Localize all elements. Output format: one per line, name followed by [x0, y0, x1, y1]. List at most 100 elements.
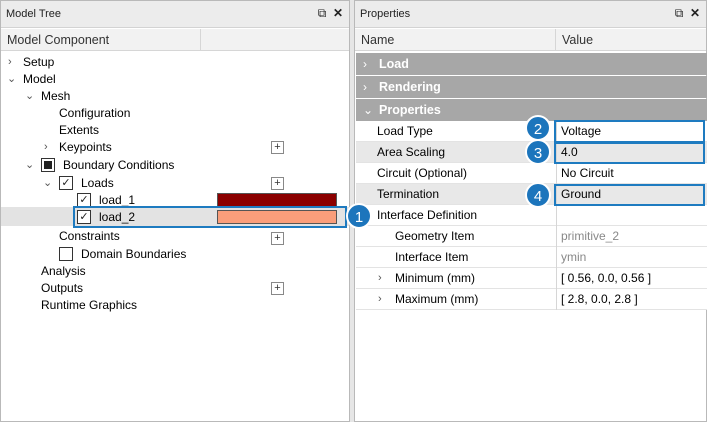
- minimum-value[interactable]: [ 0.56, 0.0, 0.56 ]: [559, 268, 651, 288]
- add-constraint-button[interactable]: +: [271, 232, 284, 245]
- section-rendering[interactable]: › Rendering: [356, 76, 707, 98]
- load-1-color-swatch[interactable]: [217, 193, 337, 207]
- callout-badge-3: 3: [525, 139, 551, 165]
- model-tree-header: Model Component: [1, 29, 349, 51]
- chevron-down-icon[interactable]: ⌄: [43, 175, 52, 192]
- tree-item-runtime-graphics[interactable]: Runtime Graphics: [1, 297, 349, 314]
- geometry-item-value: primitive_2: [561, 229, 620, 243]
- model-component-column-header[interactable]: Model Component: [1, 29, 201, 51]
- tree-item-label: Domain Boundaries: [81, 247, 187, 261]
- prop-name: Area Scaling: [377, 145, 446, 159]
- prop-name: Circuit (Optional): [377, 166, 468, 180]
- prop-row-minimum[interactable]: › Minimum (mm) [ 0.56, 0.0, 0.56 ]: [356, 268, 707, 289]
- float-pin-icon[interactable]: ⧉: [672, 6, 686, 21]
- section-label: Load: [379, 57, 409, 71]
- model-tree-title: Model Tree: [6, 8, 62, 20]
- maximum-value[interactable]: [ 2.8, 0.0, 2.8 ]: [559, 289, 638, 309]
- callout-4-highlight: [554, 184, 705, 206]
- tree-item-label: Boundary Conditions: [63, 158, 175, 172]
- chevron-right-icon: ›: [363, 80, 367, 94]
- prop-row-maximum[interactable]: › Maximum (mm) [ 2.8, 0.0, 2.8 ]: [356, 289, 707, 310]
- chevron-right-icon[interactable]: ›: [378, 289, 382, 309]
- chevron-right-icon: ›: [363, 57, 367, 71]
- close-icon[interactable]: ✕: [688, 6, 702, 20]
- column-separator: [556, 226, 557, 247]
- tree-item-label: Mesh: [41, 89, 71, 103]
- section-load[interactable]: › Load: [356, 53, 707, 75]
- model-tree-titlebar: Model Tree ⧉ ✕: [1, 1, 349, 28]
- tree-item-extents[interactable]: Extents: [1, 122, 349, 139]
- chevron-down-icon[interactable]: ⌄: [7, 71, 16, 88]
- callout-badge-2: 2: [525, 115, 551, 141]
- prop-row-geometry-item[interactable]: Geometry Item primitive_2: [356, 226, 707, 247]
- tree-item-domain-boundaries[interactable]: Domain Boundaries: [1, 246, 349, 263]
- properties-title: Properties: [360, 8, 411, 20]
- chevron-down-icon[interactable]: ⌄: [25, 157, 34, 174]
- tree-item-label: Loads: [81, 176, 114, 190]
- chevron-down-icon[interactable]: ⌄: [25, 88, 34, 105]
- callout-badge-1: 1: [346, 203, 372, 229]
- column-separator: [556, 247, 557, 268]
- tree-item-mesh[interactable]: ⌄ Mesh: [1, 88, 349, 105]
- section-label: Rendering: [379, 80, 441, 94]
- tree-item-boundary-conditions[interactable]: ⌄ Boundary Conditions: [1, 157, 349, 174]
- tree-item-outputs[interactable]: Outputs +: [1, 280, 349, 297]
- name-column-header[interactable]: Name: [355, 29, 556, 51]
- properties-titlebar: Properties ⧉ ✕: [355, 1, 706, 28]
- add-output-button[interactable]: +: [271, 282, 284, 295]
- tree-item-label: Keypoints: [59, 140, 112, 154]
- float-pin-icon[interactable]: ⧉: [315, 6, 329, 21]
- tree-item-configuration[interactable]: Configuration: [1, 105, 349, 122]
- color-column-header[interactable]: [201, 29, 349, 51]
- prop-name: Geometry Item: [395, 229, 475, 243]
- properties-panel: Properties ⧉ ✕ Name Value › Load › Rende…: [354, 0, 707, 422]
- loads-checkbox[interactable]: ✓: [59, 176, 73, 190]
- properties-header: Name Value: [355, 29, 706, 51]
- column-separator: [556, 268, 557, 289]
- tree-item-loads[interactable]: ⌄ ✓ Loads +: [1, 175, 349, 192]
- tree-item-label: Setup: [23, 55, 55, 69]
- tree-item-label: Configuration: [59, 106, 131, 120]
- prop-row-interface-definition[interactable]: Interface Definition: [356, 205, 707, 226]
- callout-badge-4: 4: [525, 182, 551, 208]
- column-separator: [556, 163, 557, 184]
- prop-row-circuit[interactable]: Circuit (Optional) No Circuit: [356, 163, 707, 184]
- prop-name: Maximum (mm): [395, 292, 479, 306]
- tree-item-label: Runtime Graphics: [41, 298, 138, 312]
- add-keypoint-button[interactable]: +: [271, 141, 284, 154]
- domain-boundaries-checkbox[interactable]: [59, 247, 73, 261]
- tree-item-setup[interactable]: › Setup: [1, 54, 349, 71]
- tree-item-label: Model: [23, 72, 56, 86]
- tree-item-label: Extents: [59, 123, 100, 137]
- add-load-button[interactable]: +: [271, 177, 284, 190]
- prop-name: Interface Item: [395, 250, 469, 264]
- tree-item-model[interactable]: ⌄ Model: [1, 71, 349, 88]
- tree-item-label: Constraints: [59, 229, 120, 243]
- tree-item-keypoints[interactable]: › Keypoints +: [1, 139, 349, 156]
- tree-item-label: Outputs: [41, 281, 84, 295]
- prop-name: Interface Definition: [377, 208, 478, 222]
- prop-row-interface-item[interactable]: Interface Item ymin: [356, 247, 707, 268]
- load-1-checkbox[interactable]: ✓: [77, 193, 91, 207]
- chevron-down-icon: ⌄: [363, 103, 374, 117]
- callout-3-highlight: [554, 142, 705, 164]
- prop-name: Termination: [377, 187, 440, 201]
- column-separator: [556, 289, 557, 310]
- chevron-right-icon[interactable]: ›: [44, 139, 48, 156]
- close-icon[interactable]: ✕: [331, 6, 345, 20]
- section-label: Properties: [379, 103, 441, 117]
- column-separator: [556, 205, 557, 226]
- model-tree-panel: Model Tree ⧉ ✕ Model Component › Setup ⌄…: [0, 0, 350, 422]
- prop-name: Load Type: [377, 124, 433, 138]
- partial-checkbox[interactable]: [41, 158, 55, 172]
- tree-item-analysis[interactable]: Analysis: [1, 263, 349, 280]
- chevron-right-icon[interactable]: ›: [8, 54, 12, 71]
- callout-1-highlight: [73, 206, 347, 228]
- tree-item-constraints[interactable]: Constraints +: [1, 228, 349, 245]
- callout-2-highlight: [554, 120, 705, 143]
- value-column-header[interactable]: Value: [556, 29, 706, 51]
- interface-item-value: ymin: [561, 250, 587, 264]
- chevron-right-icon[interactable]: ›: [378, 268, 382, 288]
- circuit-value[interactable]: No Circuit: [559, 163, 614, 183]
- tree-item-label: Analysis: [41, 264, 86, 278]
